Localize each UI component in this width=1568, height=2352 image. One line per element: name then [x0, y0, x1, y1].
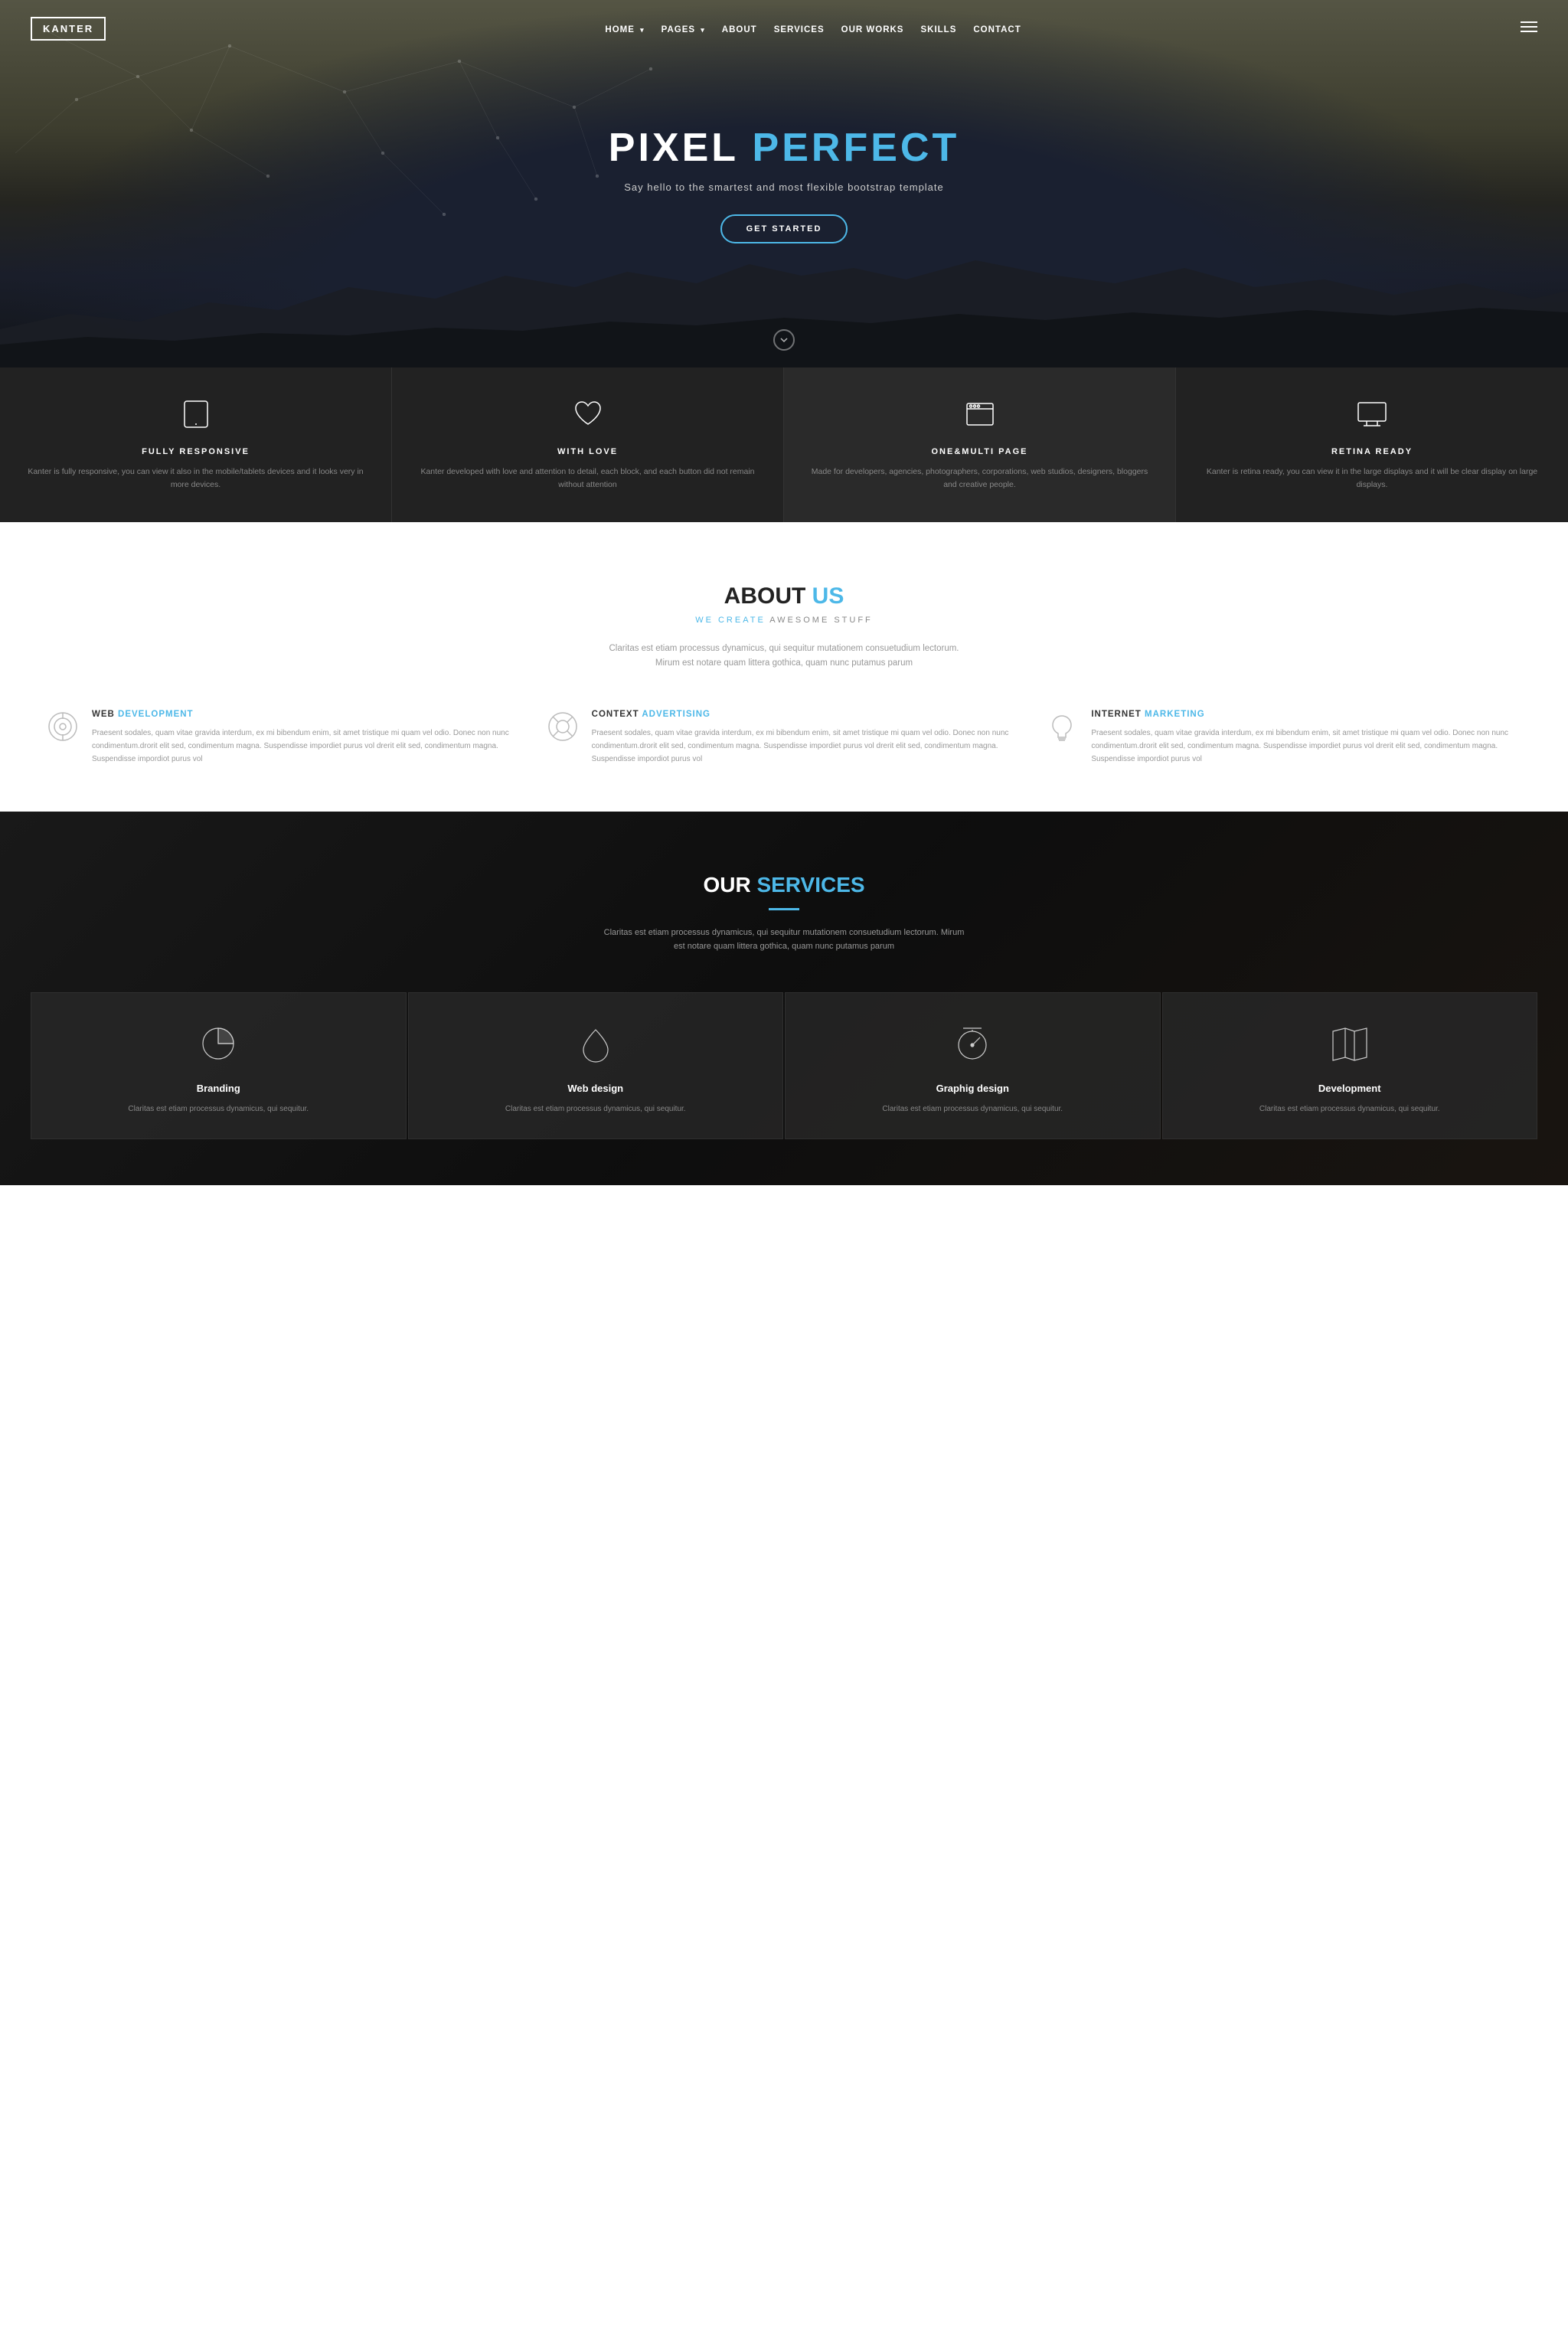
get-started-button[interactable]: GET STARTED: [720, 214, 848, 243]
nav-item-home[interactable]: HOME ▾: [605, 22, 644, 36]
timer-icon: [801, 1024, 1145, 1067]
nav-item-services[interactable]: SERVICES: [774, 22, 825, 36]
feature-multipage-desc: Made for developers, agencies, photograp…: [805, 466, 1154, 492]
about-feature-web-dev: WEB DEVELOPMENT Praesent sodales, quam v…: [46, 710, 523, 766]
lifesaver-icon: [546, 710, 580, 743]
service-graphicdesign-title: Graphig design: [801, 1083, 1145, 1094]
hero-title: PIXEL PERFECT: [609, 125, 959, 171]
feature-love-title: WITH LOVE: [413, 447, 762, 456]
nav-item-skills[interactable]: SKILLS: [920, 22, 956, 36]
navbar-links: HOME ▾ PAGES ▾ ABOUT SERVICES OUR WORKS …: [605, 22, 1021, 36]
about-feature-advertising-desc: Praesent sodales, quam vitae gravida int…: [592, 727, 1023, 766]
features-section: FULLY RESPONSIVE Kanter is fully respons…: [0, 368, 1568, 522]
navbar: KANTER HOME ▾ PAGES ▾ ABOUT SERVICES OUR…: [0, 0, 1568, 57]
feature-retina: RETINA READY Kanter is retina ready, you…: [1176, 368, 1568, 522]
navbar-logo[interactable]: KANTER: [31, 17, 106, 41]
service-development-title: Development: [1178, 1083, 1522, 1094]
services-cards-grid: Branding Claritas est etiam processus dy…: [31, 992, 1537, 1139]
target-icon: [46, 710, 80, 743]
about-features-grid: WEB DEVELOPMENT Praesent sodales, quam v…: [46, 710, 1522, 766]
feature-love: WITH LOVE Kanter developed with love and…: [392, 368, 784, 522]
services-title: OUR SERVICES: [31, 873, 1537, 897]
bulb-icon: [1045, 710, 1079, 743]
feature-responsive-title: FULLY RESPONSIVE: [21, 447, 370, 456]
service-branding-desc: Claritas est etiam processus dynamicus, …: [47, 1103, 390, 1116]
nav-item-about[interactable]: ABOUT: [722, 22, 757, 36]
service-card-branding: Branding Claritas est etiam processus dy…: [31, 992, 407, 1139]
map-icon: [1178, 1024, 1522, 1067]
services-section: OUR SERVICES Claritas est etiam processu…: [0, 812, 1568, 1185]
services-desc: Claritas est etiam processus dynamicus, …: [600, 926, 968, 954]
feature-retina-desc: Kanter is retina ready, you can view it …: [1197, 466, 1547, 492]
services-divider: [769, 908, 799, 910]
about-feature-marketing: INTERNET MARKETING Praesent sodales, qua…: [1045, 710, 1522, 766]
about-desc: Claritas est etiam processus dynamicus, …: [600, 642, 968, 671]
hamburger-icon[interactable]: [1521, 20, 1537, 38]
service-graphicdesign-desc: Claritas est etiam processus dynamicus, …: [801, 1103, 1145, 1116]
about-feature-web-dev-title: WEB DEVELOPMENT: [92, 710, 523, 719]
hero-content: PIXEL PERFECT Say hello to the smartest …: [593, 125, 975, 243]
service-development-desc: Claritas est etiam processus dynamicus, …: [1178, 1103, 1522, 1116]
feature-love-desc: Kanter developed with love and attention…: [413, 466, 762, 492]
about-feature-advertising: CONTEXT ADVERTISING Praesent sodales, qu…: [546, 710, 1023, 766]
scroll-down-button[interactable]: [773, 329, 795, 351]
service-card-development: Development Claritas est etiam processus…: [1162, 992, 1538, 1139]
about-title: ABOUT US: [46, 583, 1522, 609]
about-subtitle: WE CREATE AWESOME STUFF: [46, 616, 1522, 625]
feature-responsive: FULLY RESPONSIVE Kanter is fully respons…: [0, 368, 392, 522]
services-content: OUR SERVICES Claritas est etiam processu…: [31, 873, 1537, 1139]
about-feature-advertising-title: CONTEXT ADVERTISING: [592, 710, 1023, 719]
hero-subtitle: Say hello to the smartest and most flexi…: [609, 181, 959, 193]
monitor-icon: [1197, 398, 1547, 435]
browser-icon: [805, 398, 1154, 435]
pie-chart-icon: [47, 1024, 390, 1067]
feature-retina-title: RETINA READY: [1197, 447, 1547, 456]
service-webdesign-title: Web design: [424, 1083, 768, 1094]
about-feature-marketing-desc: Praesent sodales, quam vitae gravida int…: [1091, 727, 1522, 766]
feature-multipage-title: ONE&MULTI PAGE: [805, 447, 1154, 456]
service-branding-title: Branding: [47, 1083, 390, 1094]
tablet-icon: [21, 398, 370, 435]
feature-responsive-desc: Kanter is fully responsive, you can view…: [21, 466, 370, 492]
nav-item-pages[interactable]: PAGES ▾: [662, 22, 705, 36]
service-card-graphicdesign: Graphig design Claritas est etiam proces…: [785, 992, 1161, 1139]
nav-item-our-works[interactable]: OUR WORKS: [841, 22, 904, 36]
drop-icon: [424, 1024, 768, 1067]
heart-icon: [413, 398, 762, 435]
nav-item-contact[interactable]: CONTACT: [973, 22, 1021, 36]
about-section: ABOUT US WE CREATE AWESOME STUFF Clarita…: [0, 522, 1568, 812]
service-card-webdesign: Web design Claritas est etiam processus …: [408, 992, 784, 1139]
about-feature-marketing-title: INTERNET MARKETING: [1091, 710, 1522, 719]
service-webdesign-desc: Claritas est etiam processus dynamicus, …: [424, 1103, 768, 1116]
feature-multipage: ONE&MULTI PAGE Made for developers, agen…: [784, 368, 1176, 522]
about-feature-web-dev-desc: Praesent sodales, quam vitae gravida int…: [92, 727, 523, 766]
